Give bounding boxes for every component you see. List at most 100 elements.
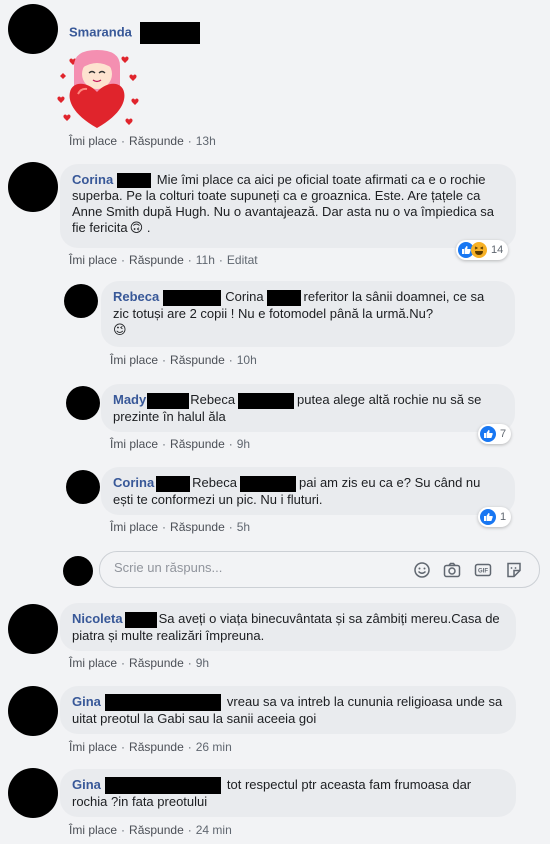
author-name[interactable]: Mady bbox=[113, 392, 146, 407]
comment-actions: Îmi place · Răspunde · 13h bbox=[69, 134, 216, 148]
like-link[interactable]: Îmi place bbox=[110, 520, 158, 534]
timestamp[interactable]: 13h bbox=[196, 134, 216, 148]
separator: · bbox=[121, 253, 126, 267]
comment-bubble: Gina vreau sa va intreb la cununia religi… bbox=[60, 686, 516, 734]
reply-input[interactable] bbox=[114, 560, 394, 575]
current-user-avatar[interactable] bbox=[63, 556, 93, 586]
sticker-icon[interactable] bbox=[505, 561, 523, 579]
like-reaction-icon bbox=[480, 509, 496, 525]
like-link[interactable]: Îmi place bbox=[69, 823, 117, 837]
separator: · bbox=[218, 253, 223, 267]
separator: · bbox=[162, 353, 167, 367]
comment-bubble: Gina tot respectul ptr aceasta fam frumoa… bbox=[60, 769, 516, 817]
separator: · bbox=[121, 656, 126, 670]
redacted-name bbox=[139, 22, 200, 44]
reaction-summary[interactable]: 1 bbox=[478, 507, 512, 527]
author-name[interactable]: Rebeca bbox=[113, 289, 159, 304]
author-name[interactable]: Corina bbox=[113, 475, 154, 490]
reaction-count: 14 bbox=[491, 244, 504, 256]
reply-link[interactable]: Răspunde bbox=[170, 437, 225, 451]
separator: · bbox=[187, 253, 192, 267]
reply-composer[interactable]: GIF bbox=[99, 551, 540, 588]
avatar[interactable] bbox=[8, 768, 58, 818]
timestamp[interactable]: 9h bbox=[237, 437, 250, 451]
emoji-icon[interactable] bbox=[413, 561, 431, 579]
redacted-name bbox=[163, 289, 222, 306]
separator: · bbox=[187, 823, 192, 837]
author-name[interactable]: Corina bbox=[72, 172, 113, 187]
separator: · bbox=[187, 740, 192, 754]
comment-actions: Îmi place · Răspunde · 26 min bbox=[69, 740, 232, 754]
text-suffix: . bbox=[143, 220, 151, 236]
reaction-count: 1 bbox=[500, 511, 507, 523]
separator: · bbox=[121, 823, 126, 837]
avatar[interactable] bbox=[8, 4, 58, 54]
author-name[interactable]: Smaranda bbox=[69, 24, 132, 39]
edited-label[interactable]: Editat bbox=[227, 253, 258, 267]
timestamp[interactable]: 10h bbox=[237, 353, 257, 367]
reply-bubble: Corina Rebeca pai am zis eu ca e? Su când … bbox=[101, 467, 515, 515]
separator: · bbox=[162, 520, 167, 534]
redacted-name bbox=[117, 173, 152, 189]
author-name[interactable]: Gina bbox=[72, 777, 101, 792]
like-link[interactable]: Îmi place bbox=[69, 134, 117, 148]
avatar[interactable] bbox=[66, 386, 100, 420]
avatar[interactable] bbox=[8, 686, 58, 736]
separator: · bbox=[121, 740, 126, 754]
timestamp[interactable]: 5h bbox=[237, 520, 250, 534]
separator: · bbox=[187, 134, 192, 148]
timestamp[interactable]: 11h bbox=[196, 253, 215, 267]
reaction-summary[interactable]: 7 bbox=[478, 424, 512, 444]
mention-link[interactable]: Corina bbox=[225, 289, 263, 304]
svg-text:GIF: GIF bbox=[478, 569, 488, 575]
redacted-mention bbox=[238, 392, 295, 409]
avatar[interactable] bbox=[8, 604, 58, 654]
reply-link[interactable]: Răspunde bbox=[129, 823, 184, 837]
mention-link[interactable]: Rebeca bbox=[192, 475, 237, 490]
reaction-summary[interactable]: 14 bbox=[456, 240, 509, 260]
separator: · bbox=[187, 656, 192, 670]
reply-link[interactable]: Răspunde bbox=[170, 520, 225, 534]
reply-link[interactable]: Răspunde bbox=[129, 134, 184, 148]
emoji-wink: 😉 bbox=[113, 321, 127, 337]
reply-bubble: Rebeca Corina referitor la sânii doamnei, … bbox=[101, 281, 515, 347]
reply-actions: Îmi place · Răspunde · 10h bbox=[110, 353, 257, 367]
comment-bubble: Nicoleta Sa aveți o viața binecuvântata ș… bbox=[60, 603, 516, 651]
author-name[interactable]: Gina bbox=[72, 694, 101, 709]
like-link[interactable]: Îmi place bbox=[110, 437, 158, 451]
redacted-name bbox=[147, 392, 190, 409]
camera-icon[interactable] bbox=[443, 561, 461, 579]
like-link[interactable]: Îmi place bbox=[69, 740, 117, 754]
heart-hug-sticker bbox=[57, 50, 139, 128]
author-name[interactable]: Nicoleta bbox=[72, 611, 123, 626]
avatar[interactable] bbox=[66, 470, 100, 504]
like-link[interactable]: Îmi place bbox=[69, 253, 117, 267]
reply-actions: Îmi place · Răspunde · 9h bbox=[110, 437, 250, 451]
reply-link[interactable]: Răspunde bbox=[170, 353, 225, 367]
like-link[interactable]: Îmi place bbox=[69, 656, 117, 670]
reaction-count: 7 bbox=[500, 428, 507, 440]
reply-actions: Îmi place · Răspunde · 5h bbox=[110, 520, 250, 534]
like-link[interactable]: Îmi place bbox=[110, 353, 158, 367]
separator: · bbox=[228, 437, 233, 451]
comment-actions: Îmi place · Răspunde · 9h bbox=[69, 656, 209, 670]
avatar[interactable] bbox=[8, 162, 58, 212]
separator: · bbox=[228, 353, 233, 367]
like-reaction-icon bbox=[480, 426, 496, 442]
avatar[interactable] bbox=[64, 284, 98, 318]
reply-link[interactable]: Răspunde bbox=[129, 253, 184, 267]
separator: · bbox=[121, 134, 126, 148]
gif-icon[interactable]: GIF bbox=[474, 561, 492, 579]
reply-link[interactable]: Răspunde bbox=[129, 740, 184, 754]
comment-bubble: Corina Mie îmi place ca aici pe oficial … bbox=[60, 164, 516, 248]
comment-author[interactable]: Smaranda bbox=[69, 22, 200, 44]
timestamp[interactable]: 9h bbox=[196, 656, 209, 670]
mention-link[interactable]: Rebeca bbox=[190, 392, 235, 407]
comment-actions: Îmi place · Răspunde · 11h · Editat bbox=[69, 253, 258, 267]
comment-actions: Îmi place · Răspunde · 24 min bbox=[69, 823, 232, 837]
emoji-upside-down: 🙃 bbox=[129, 220, 144, 236]
redacted-name bbox=[104, 777, 221, 795]
reply-link[interactable]: Răspunde bbox=[129, 656, 184, 670]
timestamp[interactable]: 26 min bbox=[196, 740, 232, 754]
timestamp[interactable]: 24 min bbox=[196, 823, 232, 837]
